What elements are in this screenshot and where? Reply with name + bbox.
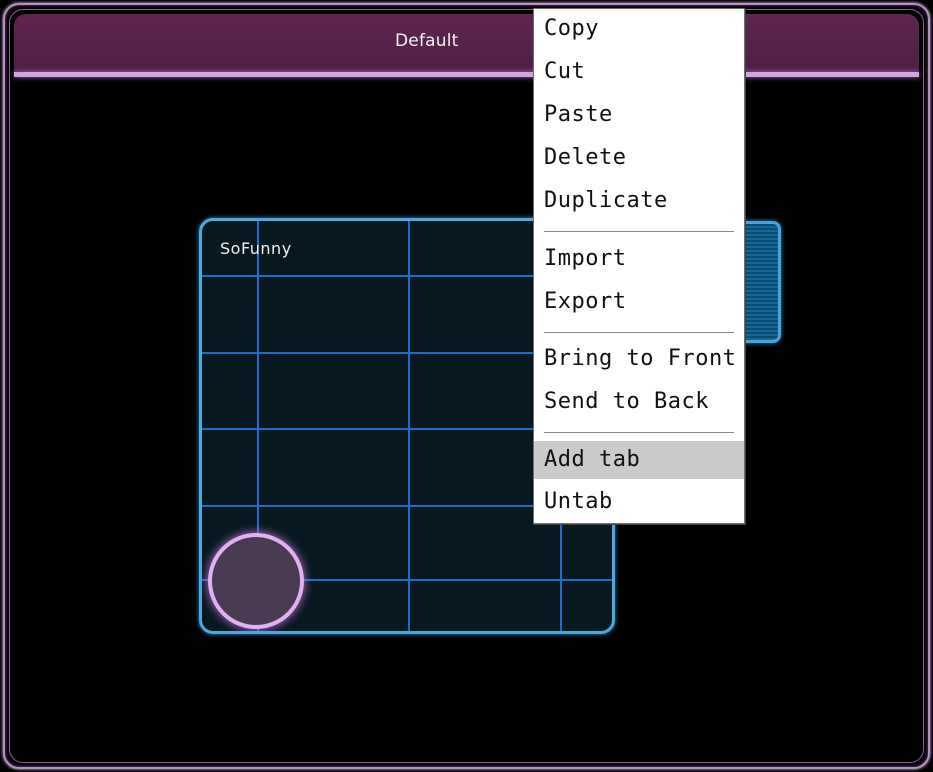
menu-separator — [544, 231, 734, 232]
menu-item-bring-to-front[interactable]: Bring to Front — [534, 340, 744, 378]
panel-label: SoFunny — [220, 239, 292, 258]
menu-item-cut[interactable]: Cut — [534, 53, 744, 91]
menu-item-copy[interactable]: Copy — [534, 10, 744, 48]
app-window: Default SoFunny Copy Cut Paste Delete Du… — [0, 0, 933, 772]
grid-line-vertical — [408, 221, 410, 631]
title-bar[interactable] — [14, 14, 919, 72]
xy-pad-knob[interactable] — [208, 533, 304, 629]
title-bar-divider — [14, 72, 919, 77]
menu-item-add-tab[interactable]: Add tab — [534, 441, 744, 479]
menu-item-delete[interactable]: Delete — [534, 139, 744, 177]
menu-item-untab[interactable]: Untab — [534, 483, 744, 521]
panel-side-tab[interactable] — [741, 221, 781, 343]
window-title: Default — [395, 31, 459, 51]
menu-item-send-to-back[interactable]: Send to Back — [534, 383, 744, 421]
menu-item-import[interactable]: Import — [534, 240, 744, 278]
menu-item-paste[interactable]: Paste — [534, 96, 744, 134]
menu-item-export[interactable]: Export — [534, 283, 744, 321]
menu-separator — [544, 432, 734, 433]
context-menu: Copy Cut Paste Delete Duplicate Import E… — [533, 8, 745, 524]
menu-item-duplicate[interactable]: Duplicate — [534, 182, 744, 220]
menu-separator — [544, 332, 734, 333]
